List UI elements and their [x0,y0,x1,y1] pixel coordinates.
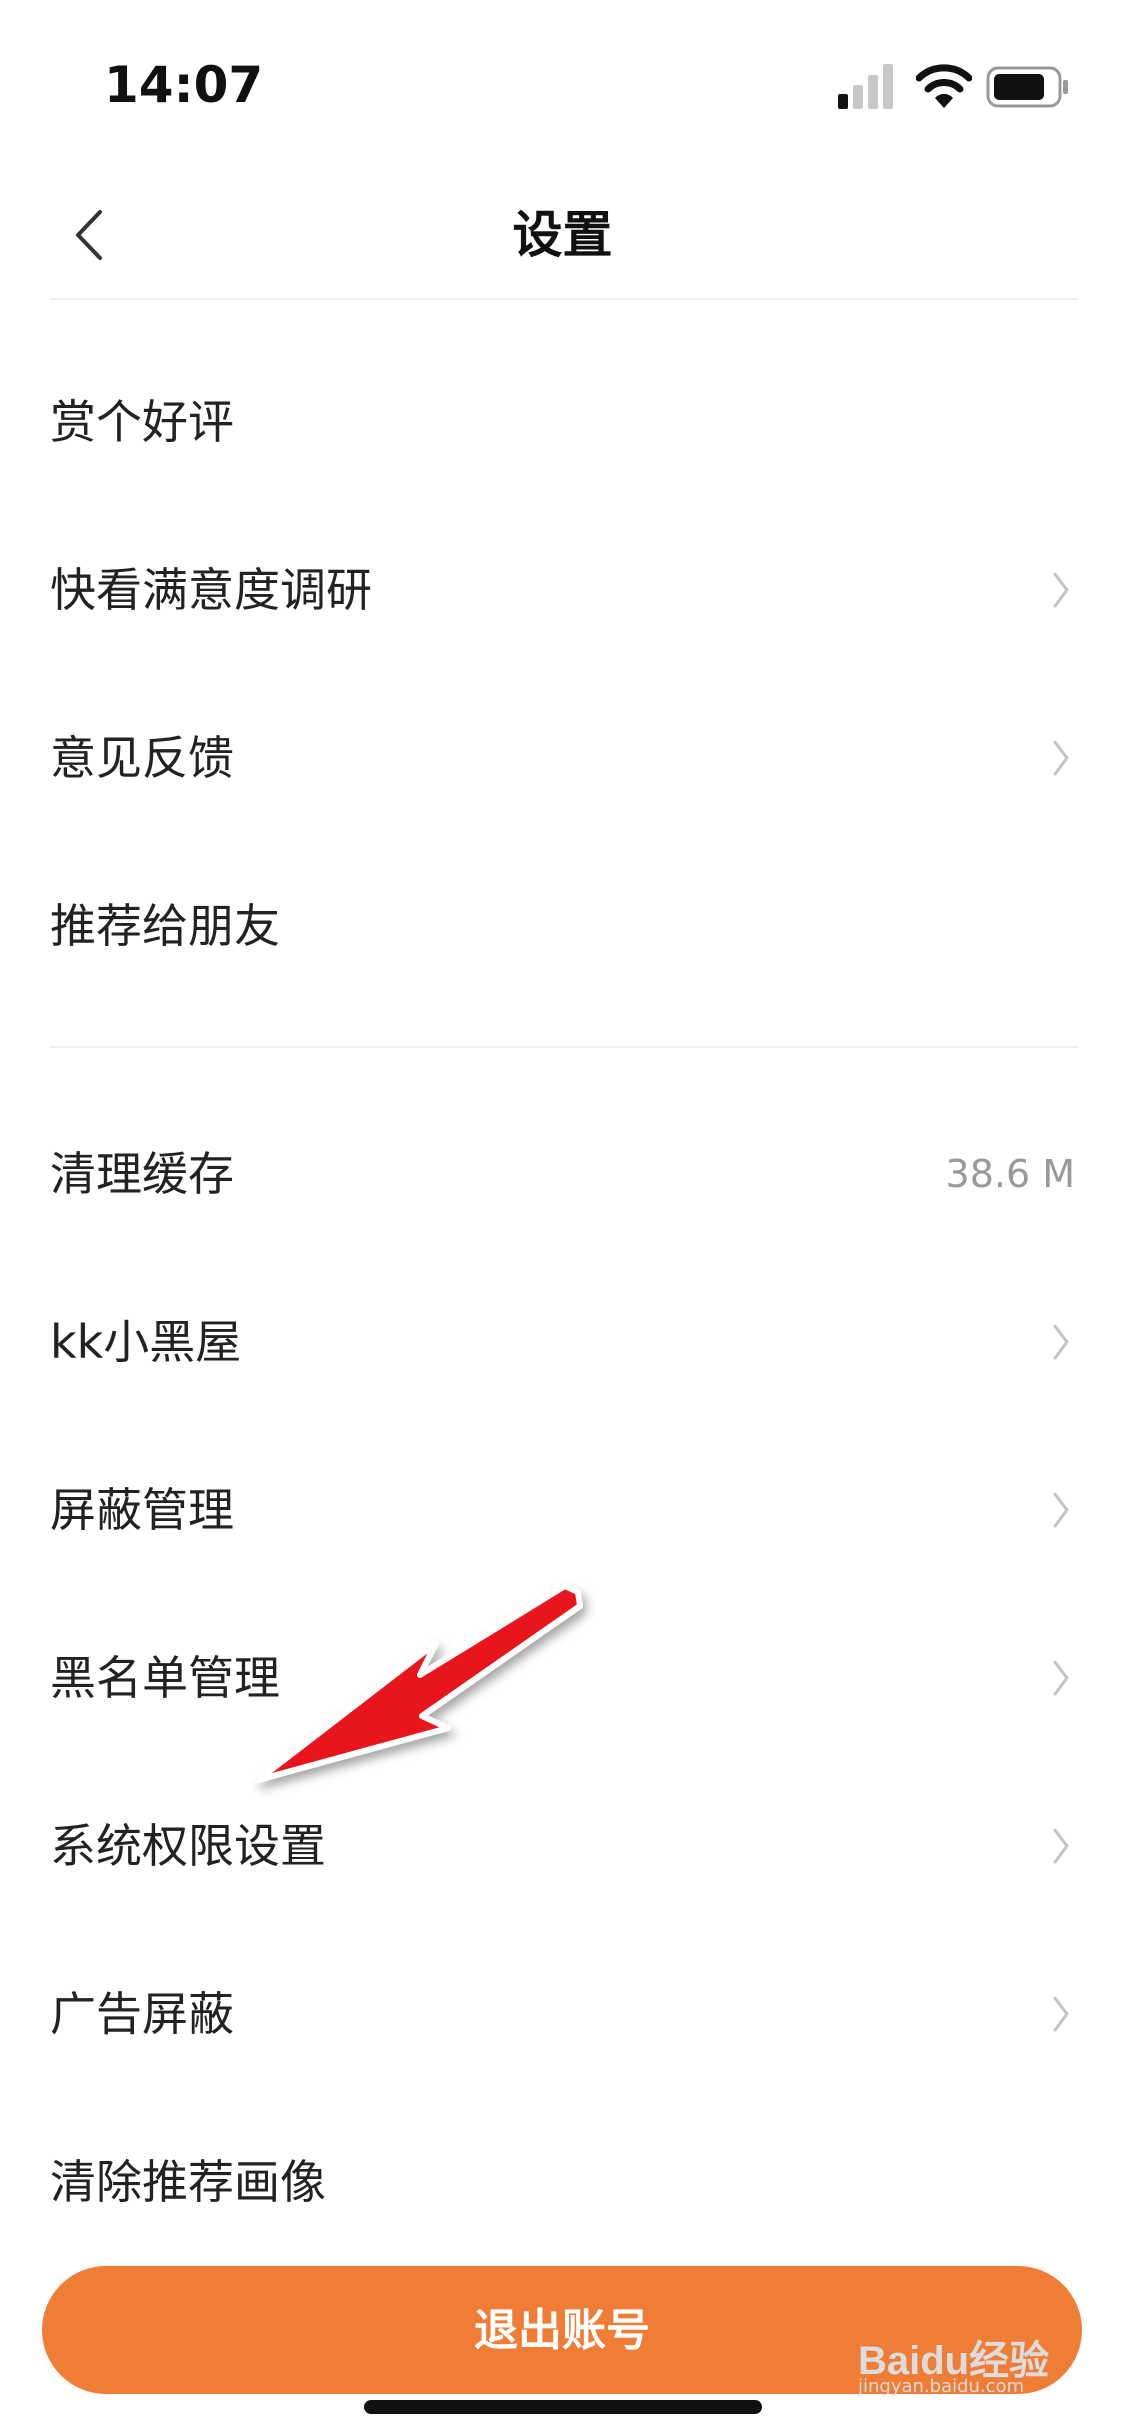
cellular-signal-icon [838,64,893,109]
settings-item-label: 屏蔽管理 [50,1483,234,1537]
page-title: 设置 [512,206,613,264]
baidu-jingyan-watermark-icon: Baidu经验 jingyan.baidu.com [858,2320,1078,2400]
settings-item-label: 意见反馈 [50,731,234,785]
settings-item-label: 快看满意度调研 [50,563,372,617]
home-indicator [364,2400,762,2414]
chevron-right-icon [1053,1492,1069,1528]
settings-item-label: 黑名单管理 [50,1651,280,1705]
chevron-right-icon [1053,1324,1069,1360]
settings-item-label: kk小黑屋 [50,1315,242,1369]
settings-item-rate-app[interactable]: 赏个好评 [0,338,1125,506]
settings-item-system-permissions[interactable]: 系统权限设置 [0,1762,1125,1930]
nav-bar: 设置 [0,170,1125,300]
settings-item-label: 清除推荐画像 [50,2155,326,2209]
chevron-right-icon [1053,572,1069,608]
settings-item-label: 推荐给朋友 [50,899,280,953]
settings-item-feedback[interactable]: 意见反馈 [0,674,1125,842]
settings-item-label: 赏个好评 [50,395,234,449]
settings-item-blacklist[interactable]: 黑名单管理 [0,1594,1125,1762]
settings-item-kk-black-room[interactable]: kk小黑屋 [0,1258,1125,1426]
settings-item-ad-blocking[interactable]: 广告屏蔽 [0,1930,1125,2098]
chevron-right-icon [1053,1660,1069,1696]
chevron-right-icon [1053,740,1069,776]
settings-item-recommend-friends[interactable]: 推荐给朋友 [0,842,1125,1010]
settings-item-clear-recommendation-profile[interactable]: 清除推荐画像 [0,2098,1125,2266]
settings-item-block-management[interactable]: 屏蔽管理 [0,1426,1125,1594]
watermark-url: jingyan.baidu.com [858,2376,1025,2397]
settings-item-label: 系统权限设置 [50,1819,326,1873]
chevron-right-icon [1053,1828,1069,1864]
chevron-right-icon [1053,1996,1069,2032]
settings-item-label: 广告屏蔽 [50,1987,234,2041]
status-bar: 14:07 [0,0,1125,170]
status-time: 14:07 [104,56,264,114]
header-divider [50,298,1078,300]
cache-size-value: 38.6 M [945,1152,1075,1196]
section-divider [50,1046,1078,1048]
battery-icon [986,66,1068,108]
wifi-icon [916,64,972,108]
settings-item-clear-cache[interactable]: 清理缓存 38.6 M [0,1090,1125,1258]
settings-item-satisfaction-survey[interactable]: 快看满意度调研 [0,506,1125,674]
settings-item-label: 清理缓存 [50,1147,234,1201]
